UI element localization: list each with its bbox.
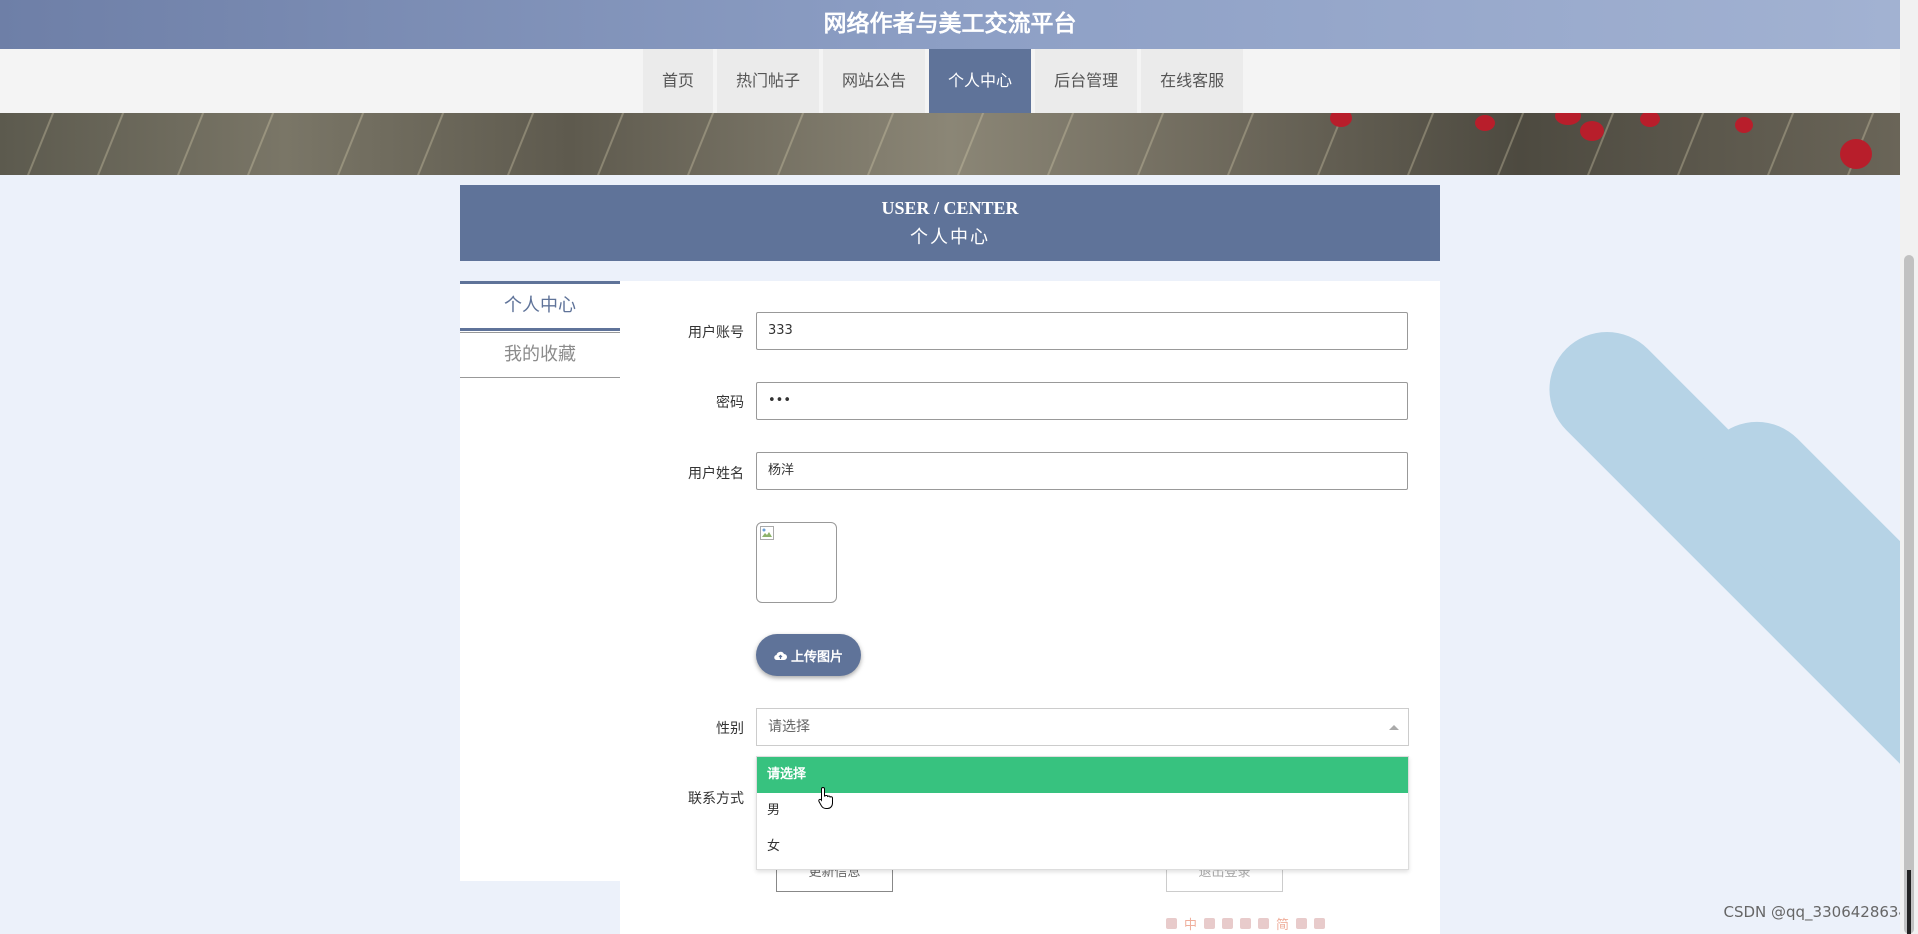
avatar-preview bbox=[756, 522, 837, 603]
name-label: 用户姓名 bbox=[688, 466, 744, 482]
ime-moon-icon bbox=[1204, 917, 1216, 929]
scrollbar-thumb[interactable] bbox=[1904, 255, 1914, 934]
sidebar-item-user-center[interactable]: 个人中心 bbox=[460, 281, 620, 331]
ime-keyboard-icon bbox=[1240, 917, 1252, 929]
scrollbar-end-marker bbox=[1907, 870, 1911, 934]
app-title-bar: 网络作者与美工交流平台 bbox=[0, 0, 1900, 49]
contact-label: 联系方式 bbox=[688, 791, 744, 807]
upload-image-button[interactable]: 上传图片 bbox=[756, 634, 861, 676]
ime-logo-icon bbox=[1166, 917, 1177, 929]
main-nav: 首页 热门帖子 网站公告 个人中心 后台管理 在线客服 bbox=[643, 49, 1247, 113]
name-input[interactable]: 杨洋 bbox=[756, 452, 1408, 490]
upload-image-label: 上传图片 bbox=[790, 649, 843, 665]
page-title-cn: 个人中心 bbox=[910, 227, 990, 247]
hand-pointer-icon bbox=[818, 786, 833, 809]
password-label: 密码 bbox=[716, 395, 744, 411]
app-title: 网络作者与美工交流平台 bbox=[823, 11, 1077, 37]
ime-simplified-mode[interactable]: 简 bbox=[1276, 914, 1289, 933]
nav-item-announcements[interactable]: 网站公告 bbox=[823, 49, 926, 113]
csdn-watermark: CSDN @qq_3306428634 bbox=[1723, 903, 1908, 921]
banner-image bbox=[0, 113, 1900, 175]
nav-item-customer-service[interactable]: 在线客服 bbox=[1141, 49, 1244, 113]
gender-select[interactable]: 请选择 bbox=[756, 708, 1409, 746]
gender-option-male[interactable]: 男 bbox=[757, 793, 1408, 829]
cloud-upload-icon bbox=[774, 651, 787, 660]
gender-select-value: 请选择 bbox=[768, 719, 810, 735]
ime-settings-icon bbox=[1314, 917, 1326, 929]
caret-up-icon bbox=[1389, 725, 1399, 730]
ime-user-icon bbox=[1258, 917, 1270, 929]
gender-option-female[interactable]: 女 bbox=[757, 829, 1408, 865]
ime-shirt-icon bbox=[1296, 917, 1308, 929]
nav-item-home[interactable]: 首页 bbox=[643, 49, 714, 113]
nav-item-admin[interactable]: 后台管理 bbox=[1035, 49, 1138, 113]
page-header: USER / CENTER 个人中心 bbox=[460, 185, 1440, 261]
nav-item-hot-posts[interactable]: 热门帖子 bbox=[717, 49, 820, 113]
broken-image-icon bbox=[760, 526, 774, 540]
gender-option-placeholder[interactable]: 请选择 bbox=[757, 757, 1408, 793]
gender-dropdown: 请选择 男 女 bbox=[756, 756, 1409, 870]
account-input[interactable]: 333 bbox=[756, 312, 1408, 350]
ime-punct-icon bbox=[1222, 917, 1234, 929]
ime-toolbar: 中 简 bbox=[1166, 913, 1326, 933]
nav-item-user-center[interactable]: 个人中心 bbox=[929, 49, 1032, 113]
gender-label: 性别 bbox=[716, 721, 744, 737]
password-input[interactable]: ••• bbox=[756, 382, 1408, 420]
sidebar-item-favorites[interactable]: 我的收藏 bbox=[460, 332, 620, 378]
account-label: 用户账号 bbox=[688, 325, 744, 341]
ime-chinese-mode[interactable]: 中 bbox=[1184, 914, 1197, 933]
page-title-en: USER / CENTER bbox=[881, 198, 1019, 218]
